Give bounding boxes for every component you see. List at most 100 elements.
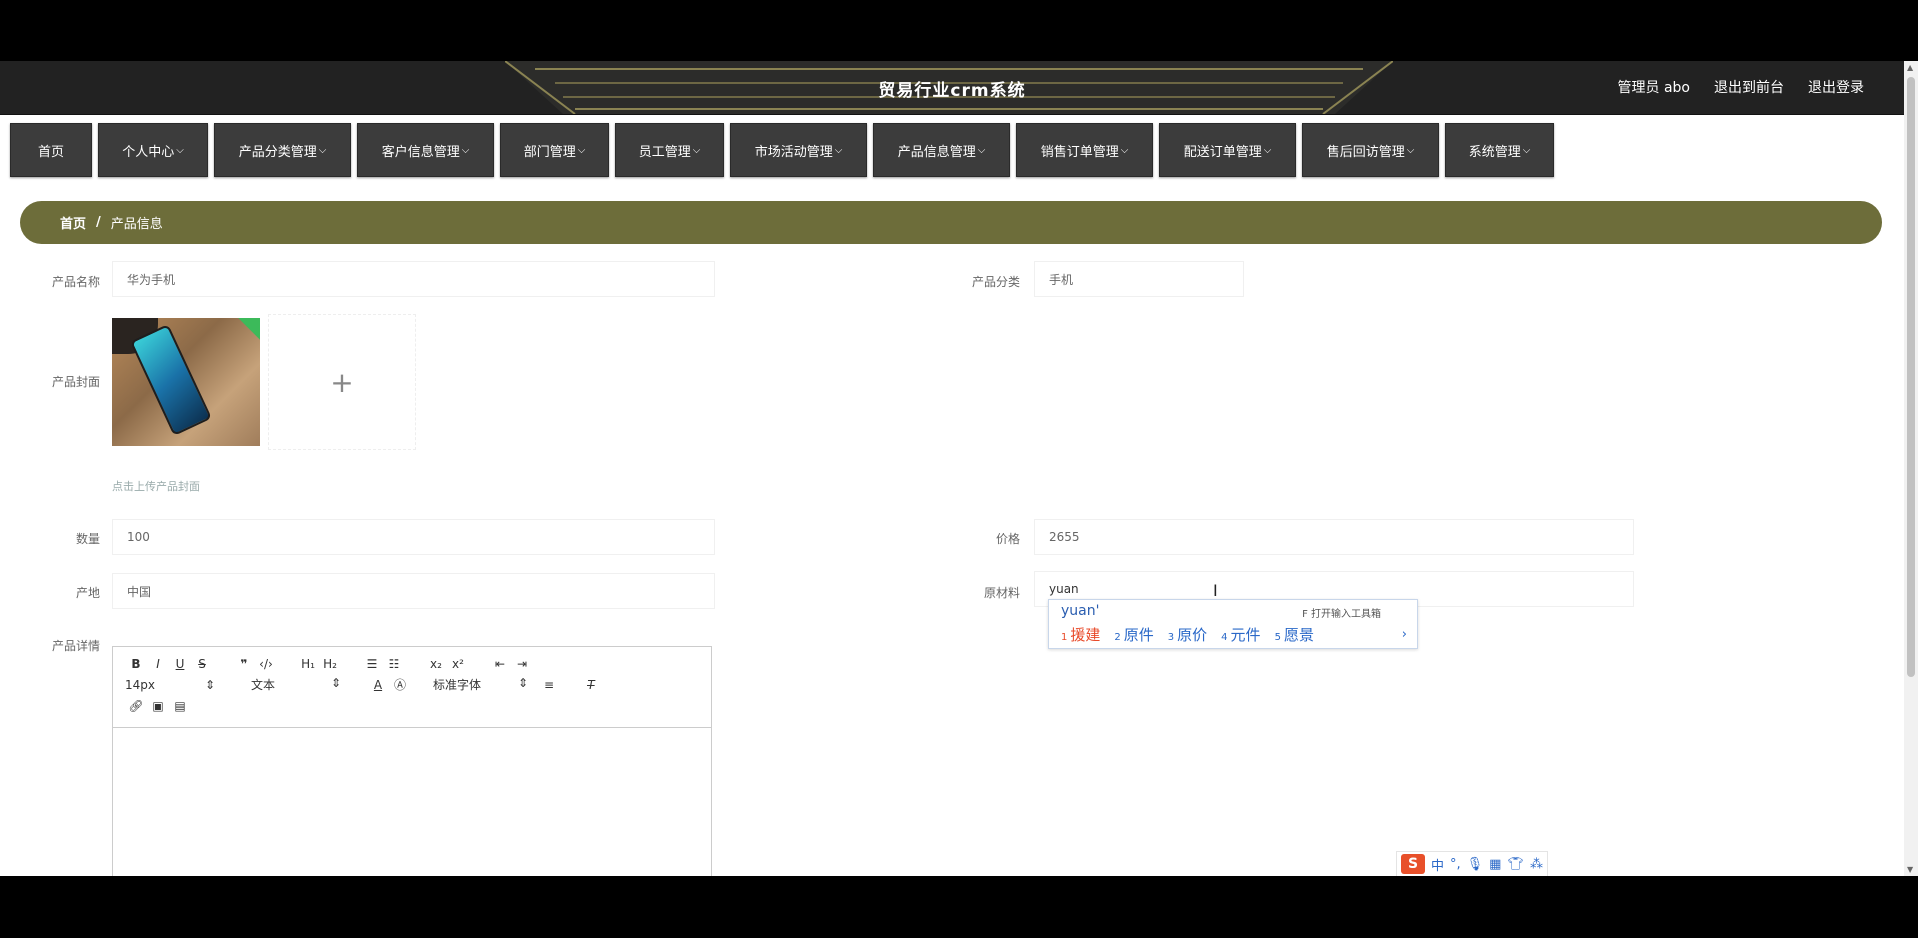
- skin-icon[interactable]: 👕︎: [1507, 857, 1524, 872]
- price-label: 价格: [995, 532, 1020, 546]
- chevron-down-icon: ⌵: [577, 144, 586, 156]
- product-detail-label: 产品详情: [51, 639, 100, 653]
- ime-candidate-3[interactable]: 3 原价: [1168, 624, 1207, 645]
- ime-candidate-4[interactable]: 4 元件: [1221, 624, 1260, 645]
- nav-label: 产品信息管理: [897, 144, 976, 160]
- origin-label: 产地: [75, 586, 100, 600]
- select-arrows-icon: ⇕: [204, 677, 215, 692]
- link-icon[interactable]: 🔗︎: [125, 699, 147, 713]
- quantity-input[interactable]: 100: [112, 519, 715, 555]
- nav-item-employee[interactable]: 员工管理 ⌵: [615, 123, 724, 177]
- scroll-up-icon[interactable]: ▲: [1907, 63, 1913, 72]
- nav-item-sales-order[interactable]: 销售订单管理 ⌵: [1016, 123, 1153, 177]
- heading1-icon[interactable]: H₁: [297, 657, 319, 671]
- text-cursor-icon: I: [1213, 581, 1218, 600]
- toolbox-icon[interactable]: ⁂: [1530, 857, 1543, 872]
- ime-candidates: 1 援建 2 原件 3 原价 4 元件 5 愿景: [1061, 624, 1314, 645]
- underline-icon[interactable]: U: [169, 657, 191, 671]
- ime-mode-toggle[interactable]: 中: [1431, 855, 1444, 874]
- material-label: 原材料: [983, 586, 1020, 600]
- align-icon[interactable]: ≡: [538, 678, 560, 692]
- breadcrumb-separator: /: [96, 215, 101, 230]
- ime-candidate-5[interactable]: 5 愿景: [1275, 624, 1314, 645]
- product-category-label: 产品分类: [971, 275, 1020, 289]
- nav-item-home[interactable]: 首页: [10, 123, 92, 177]
- nav-item-delivery-order[interactable]: 配送订单管理 ⌵: [1159, 123, 1296, 177]
- product-name-input[interactable]: 华为手机: [112, 261, 715, 297]
- keyboard-icon[interactable]: ▦: [1489, 857, 1501, 872]
- bold-icon[interactable]: B: [125, 657, 147, 671]
- sogou-logo-icon[interactable]: S: [1401, 854, 1425, 874]
- breadcrumb-home[interactable]: 首页: [60, 213, 86, 232]
- logout-link[interactable]: 退出登录: [1808, 77, 1864, 97]
- upload-success-tag: [234, 318, 260, 341]
- editor-content-area[interactable]: [113, 727, 711, 876]
- nav-label: 产品分类管理: [238, 144, 317, 160]
- breadcrumb: 首页 / 产品信息: [20, 201, 1882, 244]
- code-icon[interactable]: ‹/›: [255, 657, 277, 671]
- punctuation-icon[interactable]: °,: [1450, 857, 1461, 872]
- clear-format-icon[interactable]: T̶: [580, 678, 602, 692]
- chevron-right-icon[interactable]: ›: [1402, 627, 1407, 642]
- page-scrollbar[interactable]: ▲ ▼: [1904, 61, 1918, 876]
- outdent-icon[interactable]: ⇤: [489, 657, 511, 671]
- upload-add-button[interactable]: +: [268, 314, 416, 450]
- font-color-icon[interactable]: A: [367, 678, 389, 692]
- nav-item-product-info[interactable]: 产品信息管理 ⌵: [873, 123, 1010, 177]
- chevron-down-icon: ⌵: [1120, 144, 1129, 156]
- microphone-icon[interactable]: 🎙︎: [1467, 857, 1484, 872]
- font-size-select[interactable]: 14px ⇕: [125, 678, 215, 692]
- scrollbar-thumb[interactable]: [1907, 77, 1915, 677]
- ime-candidate-1[interactable]: 1 援建: [1061, 624, 1100, 645]
- nav-item-product-category[interactable]: 产品分类管理 ⌵: [214, 123, 351, 177]
- editor-toolbar: B I U S ❞ ‹/› H₁ H₂ ☰ ☷ x₂ x² ⇤ ⇥ 14px ⇕ …: [113, 647, 711, 720]
- nav-label: 销售订单管理: [1040, 144, 1119, 160]
- candidate-text: 元件: [1230, 626, 1261, 644]
- product-name-label: 产品名称: [51, 275, 100, 289]
- strike-icon[interactable]: S: [191, 657, 213, 671]
- nav-label: 员工管理: [638, 144, 691, 160]
- chevron-down-icon: ⌵: [1522, 144, 1531, 156]
- nav-item-after-sales[interactable]: 售后回访管理 ⌵: [1302, 123, 1439, 177]
- nav-item-customer-info[interactable]: 客户信息管理 ⌵: [357, 123, 494, 177]
- price-input[interactable]: 2655: [1034, 519, 1634, 555]
- video-icon[interactable]: ▤: [169, 699, 191, 713]
- indent-icon[interactable]: ⇥: [511, 657, 533, 671]
- user-links: 管理员 abo 退出到前台 退出登录: [1618, 77, 1864, 97]
- origin-input[interactable]: 中国: [112, 573, 715, 609]
- candidate-text: 原价: [1177, 626, 1208, 644]
- scroll-down-icon[interactable]: ▼: [1907, 865, 1913, 874]
- font-family-select[interactable]: 标准字体 ⇕: [433, 676, 528, 693]
- back-to-front-link[interactable]: 退出到前台: [1714, 77, 1784, 97]
- browser-viewport: 贸易行业crm系统 管理员 abo 退出到前台 退出登录 首页 个人中心 ⌵ 产品…: [0, 61, 1918, 876]
- nav-item-personal-center[interactable]: 个人中心 ⌵: [98, 123, 208, 177]
- block-format-select[interactable]: 文本 ⇕: [241, 676, 341, 693]
- chevron-down-icon: ⌵: [176, 144, 184, 156]
- select-arrows-icon: ⇕: [517, 676, 528, 690]
- nav-label: 首页: [37, 144, 64, 160]
- bullet-list-icon[interactable]: ☷: [383, 657, 405, 671]
- ime-hint: F 打开输入工具箱: [1302, 609, 1381, 620]
- blockquote-icon[interactable]: ❞: [233, 657, 255, 671]
- nav-label: 市场活动管理: [754, 144, 833, 160]
- ime-candidate-2[interactable]: 2 原件: [1114, 624, 1153, 645]
- chevron-down-icon: ⌵: [1263, 144, 1272, 156]
- italic-icon[interactable]: I: [147, 657, 169, 671]
- ordered-list-icon[interactable]: ☰: [361, 657, 383, 671]
- nav-label: 个人中心: [122, 144, 175, 160]
- image-icon[interactable]: ▣: [147, 699, 169, 713]
- product-cover-image[interactable]: [112, 318, 260, 446]
- subscript-icon[interactable]: x₂: [425, 657, 447, 671]
- product-category-select[interactable]: 手机: [1034, 261, 1244, 297]
- nav-label: 客户信息管理: [381, 144, 460, 160]
- nav-label: 系统管理: [1468, 144, 1521, 160]
- heading2-icon[interactable]: H₂: [319, 657, 341, 671]
- ime-status-bar: S 中 °, 🎙︎ ▦ 👕︎ ⁂: [1396, 851, 1548, 876]
- superscript-icon[interactable]: x²: [447, 657, 469, 671]
- ime-candidate-window: yuan' F 打开输入工具箱 1 援建 2 原件 3 原价 4 元件 5 愿景 ›: [1048, 599, 1418, 649]
- chevron-down-icon: ⌵: [692, 144, 701, 156]
- nav-item-department[interactable]: 部门管理 ⌵: [500, 123, 609, 177]
- nav-item-system[interactable]: 系统管理 ⌵: [1445, 123, 1554, 177]
- nav-item-marketing[interactable]: 市场活动管理 ⌵: [730, 123, 867, 177]
- background-color-icon[interactable]: Ⓐ: [389, 676, 411, 693]
